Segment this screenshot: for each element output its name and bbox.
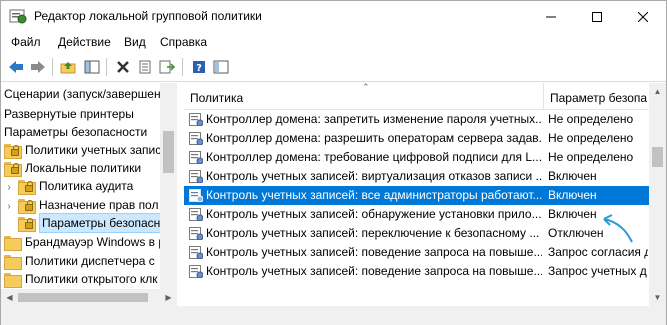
table-row-selected[interactable]: Контроль учетных записей: все администра… [184, 186, 649, 205]
up-folder-button[interactable] [57, 57, 79, 77]
forward-button[interactable] [27, 57, 49, 77]
up-folder-icon [60, 62, 76, 74]
folder-icon [4, 273, 22, 289]
tree-item-user-rights[interactable]: › Назначение прав пол [4, 195, 158, 215]
policy-setting-icon [189, 246, 204, 260]
folder-lock-icon [18, 217, 36, 233]
policy-setting-icon [189, 113, 204, 127]
minimize-icon [546, 16, 556, 17]
help-button[interactable]: ? [188, 57, 210, 77]
list-vertical-scroll-thumb[interactable] [652, 147, 663, 167]
policy-setting-icon [189, 132, 204, 146]
app-window: Редактор локальной групповой политики Фа… [0, 0, 667, 325]
tree-item-account-policies[interactable]: Политики учетных запис [4, 140, 161, 160]
export-list-button[interactable] [156, 57, 178, 77]
tree-item-network-list[interactable]: Политики диспетчера с [4, 251, 155, 271]
annotation-arrow-icon [603, 214, 633, 243]
column-policy[interactable]: Политика [190, 83, 540, 110]
folder-lock-icon [18, 199, 36, 215]
folder-icon [4, 255, 22, 271]
toolbar: ? [1, 54, 666, 81]
properties-icon [139, 60, 151, 74]
table-row[interactable]: Контроль учетных записей: обнаружение ус… [184, 205, 649, 224]
expand-caret-icon[interactable]: › [4, 197, 14, 217]
tree-vertical-scrollbar[interactable] [160, 83, 177, 289]
table-row[interactable]: Контроллер домена: требование цифровой п… [184, 148, 649, 167]
export-list-icon [159, 60, 175, 74]
table-row[interactable]: Контроль учетных записей: виртуализация … [184, 167, 649, 186]
delete-icon [117, 61, 129, 73]
minimize-button[interactable] [528, 1, 574, 32]
table-row[interactable]: Контроль учетных записей: переключение к… [184, 224, 649, 243]
folder-lock-icon [18, 180, 36, 196]
scroll-left-icon[interactable]: ◀ [1, 289, 18, 306]
maximize-icon [592, 11, 602, 22]
folder-lock-icon [4, 144, 22, 160]
tree-vertical-scroll-thumb[interactable] [163, 131, 174, 173]
table-row[interactable]: Контроллер домена: запретить изменение п… [184, 110, 649, 129]
extended-view-button[interactable] [210, 57, 232, 77]
tree-item-firewall[interactable]: Брандмауэр Windows в р [4, 232, 165, 252]
extended-view-icon [213, 60, 229, 74]
delete-button[interactable] [112, 57, 134, 77]
list-vertical-scrollbar[interactable] [649, 83, 666, 306]
scroll-down-icon[interactable]: ▼ [649, 289, 666, 306]
forward-arrow-icon [31, 61, 45, 73]
table-row[interactable]: Контроль учетных записей: поведение запр… [184, 243, 649, 262]
properties-button[interactable] [134, 57, 156, 77]
tree-item[interactable]: Сценарии (запуск/завершен [4, 84, 161, 104]
scroll-right-icon[interactable]: ▶ [160, 289, 177, 306]
tree-item[interactable]: Параметры безопасности [4, 122, 147, 142]
policy-list[interactable]: ⌃ Политика Параметр безопа Контроллер до… [184, 83, 666, 325]
column-setting[interactable]: Параметр безопа [550, 83, 649, 110]
policy-setting-icon [189, 265, 204, 279]
scroll-up-icon[interactable]: ▲ [649, 83, 666, 100]
status-bar [1, 306, 666, 325]
help-icon: ? [193, 61, 205, 74]
policy-setting-icon [189, 151, 204, 165]
close-button[interactable] [620, 1, 666, 32]
close-icon [638, 11, 648, 22]
show-hide-tree-icon [84, 60, 100, 74]
policy-setting-icon [189, 189, 204, 203]
tree-horizontal-scroll-thumb[interactable] [18, 293, 148, 302]
back-arrow-icon [9, 61, 23, 73]
policy-setting-icon [189, 227, 204, 241]
svg-text:?: ? [196, 63, 202, 74]
folder-lock-icon [4, 162, 22, 178]
menu-help[interactable]: Справка [158, 34, 209, 50]
window-title: Редактор локальной групповой политики [34, 9, 262, 23]
policy-setting-icon [189, 208, 204, 222]
tree-item-local-policies[interactable]: Локальные политики [4, 158, 141, 178]
menu-view[interactable]: Вид [122, 34, 148, 50]
group-policy-app-icon [9, 9, 27, 24]
policy-setting-icon [189, 170, 204, 184]
menu-bar: Файл Действие Вид Справка [1, 32, 666, 52]
title-bar: Редактор локальной групповой политики [1, 1, 666, 32]
list-header: ⌃ Политика Параметр безопа [184, 83, 649, 110]
tree-item-security-options[interactable]: Параметры безопасн [18, 213, 164, 233]
folder-icon [4, 236, 22, 252]
maximize-button[interactable] [574, 1, 620, 32]
menu-action[interactable]: Действие [56, 34, 113, 50]
menu-file[interactable]: Файл [9, 34, 43, 50]
table-row[interactable]: Контроллер домена: разрешить операторам … [184, 129, 649, 148]
tree-item-audit-policy[interactable]: › Политика аудита [4, 176, 133, 196]
tree-item[interactable]: Развернутые принтеры [4, 104, 134, 124]
tree-item-public-key[interactable]: Политики открытого клк [4, 269, 157, 289]
back-button[interactable] [5, 57, 27, 77]
show-hide-tree-button[interactable] [81, 57, 103, 77]
table-row[interactable]: Контроль учетных записей: поведение запр… [184, 262, 649, 281]
